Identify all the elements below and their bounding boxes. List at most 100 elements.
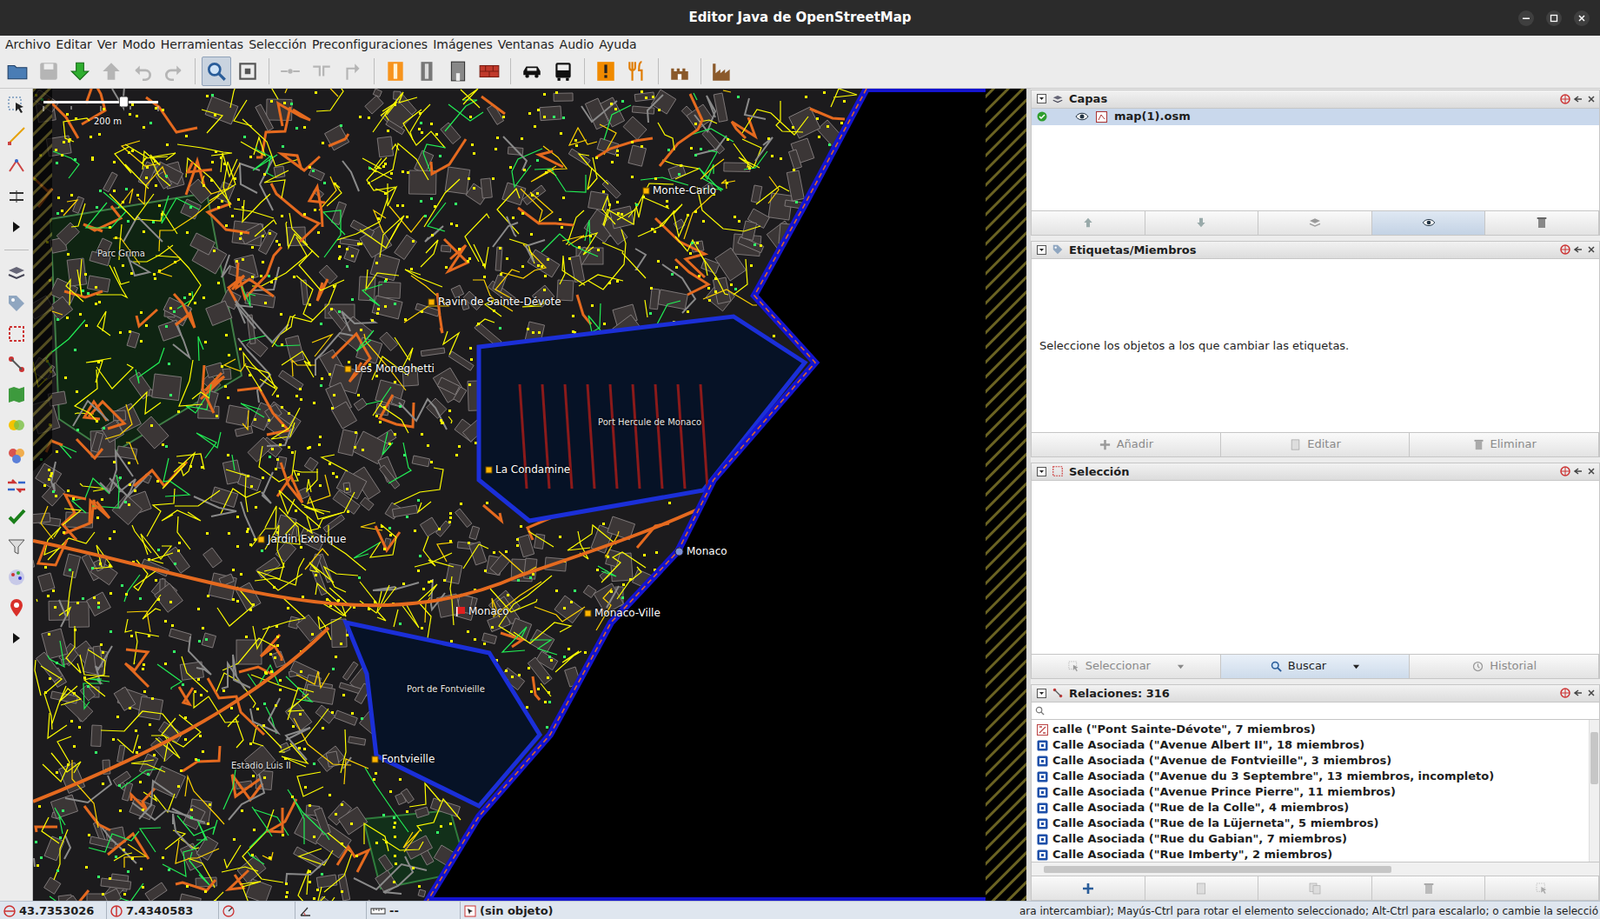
relation-row[interactable]: Calle Asociada ("Avenue Albert II", 18 m… — [1031, 736, 1589, 753]
map-label[interactable]: Fontvieille — [371, 750, 435, 767]
open-button[interactable] — [3, 57, 32, 86]
scroll-thumb[interactable] — [1590, 731, 1599, 784]
relation-row[interactable]: Calle Asociada ("Rue de la Colle", 4 mie… — [1031, 799, 1589, 816]
menu-item[interactable]: Ver — [95, 35, 121, 54]
wall-button[interactable] — [412, 57, 441, 86]
historic-button[interactable] — [665, 57, 694, 86]
redo-icon — [162, 59, 186, 83]
expand-button[interactable] — [3, 624, 30, 651]
styles-button[interactable] — [3, 442, 30, 469]
map-label[interactable]: Monaco — [455, 603, 510, 619]
panel-header[interactable]: Capas — [1030, 89, 1600, 109]
bus-button[interactable] — [549, 57, 578, 86]
building-button[interactable] — [444, 57, 472, 86]
warning-button[interactable] — [591, 57, 620, 86]
minimize-icon[interactable] — [1518, 10, 1534, 27]
relation-row[interactable]: Calle Asociada ("Avenue de Fontvieille",… — [1031, 752, 1589, 769]
associated-street-icon — [1036, 755, 1049, 767]
parallel-icon — [6, 185, 27, 207]
maximize-icon[interactable] — [1546, 10, 1562, 27]
menu-item[interactable]: Preconfiguraciones — [310, 35, 432, 54]
menu-item[interactable]: Audio — [557, 35, 598, 54]
horizontal-scrollbar[interactable] — [1030, 862, 1600, 877]
panel-button: Editar — [1221, 432, 1411, 457]
parallel-button[interactable] — [3, 183, 30, 210]
zoom-button[interactable] — [202, 57, 231, 86]
map-label[interactable]: Estadio Luis II — [231, 758, 292, 772]
button-face — [1534, 215, 1549, 230]
relation-row[interactable]: calle ("Pont Sainte-Dévote", 7 miembros) — [1031, 721, 1589, 737]
panel-button[interactable]: Buscar — [1221, 654, 1411, 678]
relation-row[interactable]: Calle Asociada ("Avenue Prince Pierre", … — [1031, 783, 1589, 800]
map-label[interactable]: Monaco-Ville — [584, 604, 661, 621]
validator-button[interactable] — [3, 503, 30, 530]
map-label[interactable]: La Condamine — [484, 461, 571, 478]
panel-header[interactable]: Selección — [1030, 462, 1600, 482]
map-label[interactable]: Parc Grima — [97, 246, 146, 260]
filter-button[interactable] — [3, 533, 30, 560]
add-relation-button[interactable] — [1031, 876, 1146, 900]
tags-button[interactable] — [3, 290, 30, 317]
relation-row[interactable]: Calle Asociada ("Avenue du 3 Septembre",… — [1031, 768, 1589, 784]
industrial-button[interactable] — [708, 57, 737, 86]
palette-button[interactable] — [3, 564, 30, 591]
map-view[interactable]: Monte-Carlo Parc Grima Ravin de Sainte-Dév… — [33, 88, 1027, 901]
scroll-thumb[interactable] — [1043, 865, 1392, 873]
layers-button[interactable] — [3, 259, 30, 286]
layer-row[interactable]: map(1).osm — [1031, 108, 1600, 126]
relation-row[interactable]: Calle Asociada ("Rue Imberty", 2 miembro… — [1031, 846, 1589, 862]
menu-item[interactable]: Selección — [246, 35, 311, 54]
map-label[interactable]: Monte-Carlo — [642, 182, 717, 199]
delete-layer-button[interactable] — [1485, 211, 1600, 235]
map-label[interactable]: Jardin Exotique — [257, 531, 346, 547]
map-label[interactable]: Ravin de Sainte-Dévote — [427, 293, 562, 310]
panel-header[interactable]: Etiquetas/Miembros — [1030, 240, 1600, 260]
food-icon — [625, 59, 649, 83]
toolbar-separator — [373, 58, 375, 85]
improve-button[interactable] — [3, 152, 30, 180]
map-label[interactable]: Port de Fontvieille — [406, 682, 485, 696]
mode-toolbar — [0, 88, 34, 901]
styles-icon — [6, 444, 27, 466]
map-paint-button[interactable] — [3, 381, 30, 408]
merge-button[interactable] — [3, 472, 30, 499]
close-icon[interactable] — [1573, 10, 1590, 27]
map-label[interactable]: Port Hercule de Monaco — [597, 415, 702, 429]
relation-row[interactable]: Calle Asociada ("Rue de la Lüjerneta", 5… — [1031, 815, 1589, 831]
map-label[interactable]: Les Moneghetti — [344, 360, 435, 377]
fence-button[interactable] — [475, 57, 504, 86]
menu-item[interactable]: Ventanas — [496, 35, 558, 54]
food-button[interactable] — [623, 57, 651, 86]
selection-list-button[interactable] — [3, 320, 30, 347]
relations-button[interactable] — [3, 351, 30, 378]
car-button[interactable] — [517, 57, 546, 86]
draw-button[interactable] — [3, 122, 30, 149]
expand-icon — [6, 216, 27, 238]
country-icon — [674, 546, 684, 557]
pin-button[interactable] — [3, 594, 30, 621]
menu-item[interactable]: Modo — [120, 35, 160, 54]
map-label[interactable]: Monaco — [674, 543, 728, 559]
panel-header[interactable]: Relaciones: 316 — [1030, 683, 1600, 704]
visible-eye-icon[interactable] — [1075, 111, 1089, 122]
menu-item[interactable]: Ayuda — [597, 35, 640, 54]
menu-item[interactable]: Archivo — [3, 35, 54, 54]
industrial-icon — [710, 59, 734, 83]
expand-button[interactable] — [3, 213, 30, 240]
download-button[interactable] — [66, 57, 94, 86]
download-icon — [68, 59, 92, 83]
toolbar-button-frame — [201, 56, 232, 87]
menu-item[interactable]: Imágenes — [431, 35, 497, 54]
relation-row[interactable]: Calle Asociada ("Rue du Gabian", 7 miemb… — [1031, 830, 1589, 847]
detach-icon — [1560, 465, 1571, 477]
wireframe-button[interactable] — [233, 57, 262, 86]
toggle-visibility-button[interactable] — [1372, 211, 1487, 235]
door-button[interactable] — [381, 57, 410, 86]
conflict-button[interactable] — [3, 411, 30, 439]
menu-item[interactable]: Editar — [53, 35, 95, 54]
vertical-scrollbar[interactable] — [1588, 719, 1600, 862]
select-button[interactable] — [3, 92, 30, 119]
relation-filter-input[interactable] — [1048, 703, 1596, 719]
zoom-slider[interactable] — [39, 93, 162, 113]
menu-item[interactable]: Herramientas — [159, 35, 247, 54]
